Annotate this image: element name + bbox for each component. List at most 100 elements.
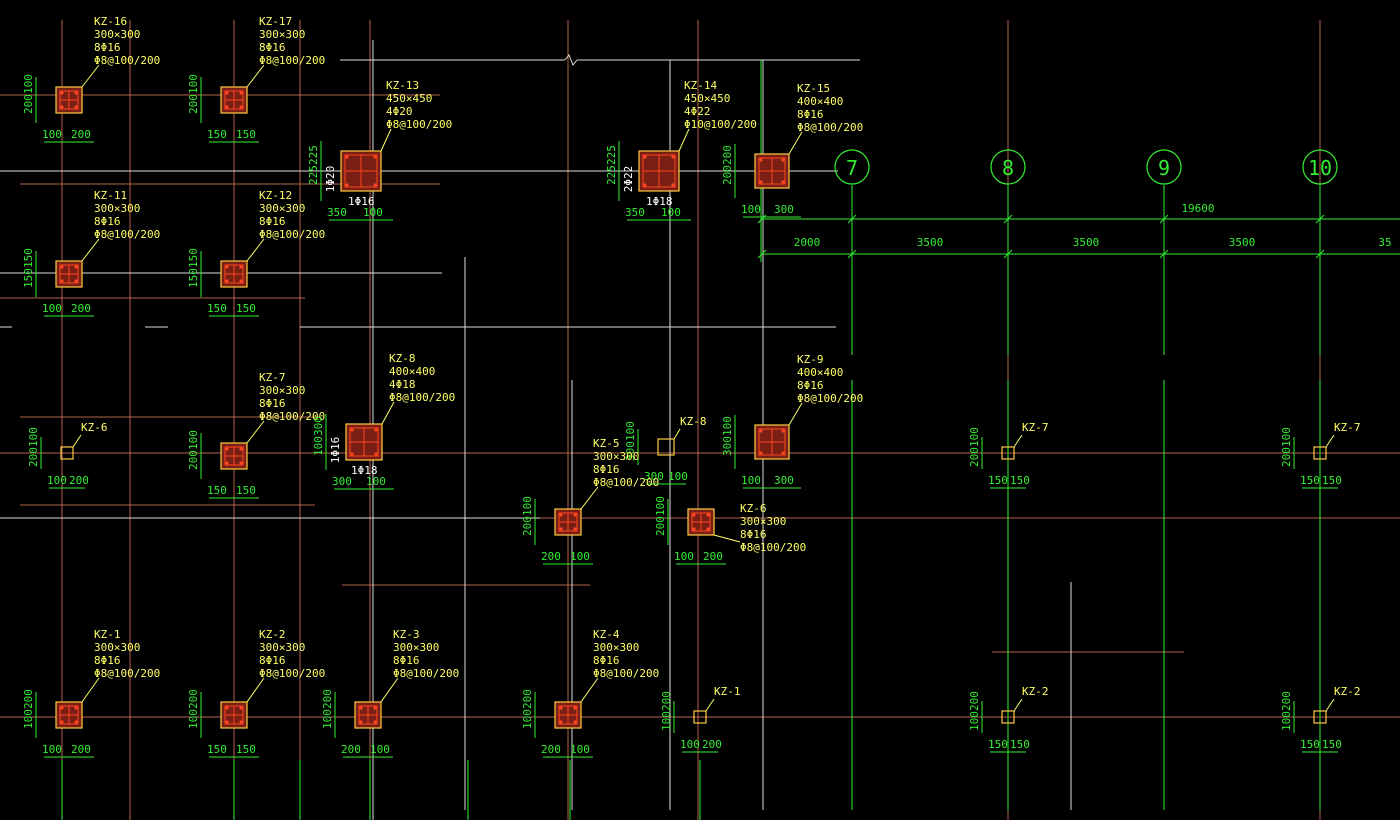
label-leader: [246, 677, 265, 703]
rebar-dot: [359, 720, 363, 724]
rebar-dot: [239, 720, 243, 724]
dimension-text-v: 200: [27, 447, 40, 467]
column-kz-7[interactable]: KZ-7300×3008Φ16Φ8@100/200150 150200100: [187, 371, 325, 499]
cad-drawing-canvas[interactable]: 7 8 9 10 196002000 3500 3500 3500 35 KZ-16300×3…: [0, 0, 1400, 820]
column-kz-1[interactable]: KZ-1100 200100200: [660, 685, 741, 753]
dimension-text-h: 150: [988, 738, 1008, 751]
column-mark: KZ-8: [680, 415, 707, 428]
rebar-dot: [345, 183, 349, 187]
column-spec: 450×450: [684, 92, 730, 105]
column-kz-9[interactable]: KZ-9400×4008Φ16Φ8@100/200100 300300100: [721, 353, 863, 489]
column-kz-4[interactable]: KZ-4300×3008Φ16Φ8@100/200200 100100200: [521, 628, 659, 758]
overall-dimension-text: 19600: [1181, 202, 1214, 215]
label-leader: [1325, 434, 1335, 448]
top-dimension-chain: 19600 2000 3500 3500 3500 35: [757, 202, 1400, 259]
dimension-text-h: 200: [69, 474, 89, 487]
column-kz-5[interactable]: KZ-5300×3008Φ16Φ8@100/200200 100200100: [521, 437, 659, 565]
column-spec: Φ8@100/200: [94, 54, 160, 67]
label-leader: [380, 128, 392, 152]
column-kz-16[interactable]: KZ-16300×3008Φ16Φ8@100/200100 200200100: [22, 15, 160, 143]
axis-grid-bubbles: 7 8 9 10: [834, 149, 1338, 185]
rebar-dot: [225, 447, 229, 451]
axis-bubble-8[interactable]: 8: [990, 149, 1026, 185]
dimension-text-h: 200: [71, 743, 91, 756]
column-mark: KZ-1: [94, 628, 121, 641]
column-mark: KZ-6: [81, 421, 108, 434]
rebar-dot: [759, 180, 763, 184]
side-rebar-text: 1Φ16: [329, 437, 342, 464]
column-spec: Φ8@100/200: [389, 391, 455, 404]
label-leader: [81, 64, 100, 88]
column-kz-6[interactable]: KZ-6300×3008Φ16Φ8@100/200100 200200100: [654, 496, 806, 565]
dimension-text-h: 200: [541, 743, 561, 756]
dimension-text-v: 100: [321, 709, 334, 729]
column-mark: KZ-7: [1334, 421, 1361, 434]
dimension-text-h: 100: [741, 474, 761, 487]
column-kz-15[interactable]: KZ-15400×4008Φ16Φ8@100/200 100 300 200200: [721, 82, 863, 218]
column-mark: KZ-2: [259, 628, 286, 641]
rebar-dot: [350, 452, 354, 456]
dimension-text-v: 100: [187, 74, 200, 94]
column-spec: Φ8@100/200: [259, 54, 325, 67]
rebar-dot: [225, 706, 229, 710]
column-kz-6[interactable]: KZ-6100 200200100: [27, 421, 108, 489]
dimension-text-h: 350: [327, 206, 347, 219]
dimension-text-v: 200: [721, 165, 734, 185]
column-spec: 300×300: [393, 641, 439, 654]
rebar-dot: [74, 105, 78, 109]
rebar-dot: [373, 183, 377, 187]
dimension-text-v: 100: [22, 74, 35, 94]
label-leader: [788, 402, 803, 426]
dimension-text-v: 200: [22, 94, 35, 114]
dimension-text-v: 225: [307, 145, 320, 165]
column-kz-14[interactable]: KZ-14450×4504Φ22Φ10@100/2002Φ221Φ18350 10…: [605, 79, 757, 221]
dimension-text-v: 200: [1280, 447, 1293, 467]
rebar-dot: [74, 265, 78, 269]
dimension-text-h: 200: [341, 743, 361, 756]
dimension-text-h: 300: [774, 203, 794, 216]
dimension-text-v: 150: [187, 248, 200, 268]
column-kz-11[interactable]: KZ-11300×3008Φ16Φ8@100/200 100 200 150150: [22, 189, 160, 317]
dimension-text-v: 100: [187, 430, 200, 450]
dimension-text-v: 150: [187, 268, 200, 288]
dimension-text-v: 100: [968, 427, 981, 447]
label-leader: [1013, 434, 1023, 448]
rebar-dot: [239, 461, 243, 465]
column-spec: 8Φ16: [94, 654, 121, 667]
axis-bubble-10[interactable]: 10: [1302, 149, 1338, 185]
column-mark: KZ-7: [259, 371, 286, 384]
axis-bubble-7[interactable]: 7: [834, 149, 870, 185]
dimension-text-v: 200: [521, 516, 534, 536]
column-kz-13[interactable]: KZ-13450×4504Φ20Φ8@100/2001Φ201Φ16350 100…: [307, 79, 452, 221]
rebar-dot: [345, 155, 349, 159]
label-leader: [380, 677, 399, 703]
rebar-dot: [559, 706, 563, 710]
rebar-dot: [692, 513, 696, 517]
rebar-dot: [373, 155, 377, 159]
bay-dimension-text: 3500: [917, 236, 944, 249]
dimension-text-v: 100: [1280, 427, 1293, 447]
rebar-dot: [643, 183, 647, 187]
rebar-dot: [60, 706, 64, 710]
column-kz-17[interactable]: KZ-17300×3008Φ16Φ8@100/200 150 150 200100: [187, 15, 325, 143]
rebar-dot: [759, 158, 763, 162]
rebar-dot: [225, 720, 229, 724]
column-kz-12[interactable]: KZ-12300×3008Φ16Φ8@100/200150 150150150: [187, 189, 325, 317]
dimension-text-h: 100: [741, 203, 761, 216]
label-leader: [81, 677, 100, 703]
column-spec: 8Φ16: [259, 41, 286, 54]
dimension-text-h: 150: [207, 128, 227, 141]
column-mark: KZ-13: [386, 79, 419, 92]
column-kz-1[interactable]: KZ-1300×3008Φ16Φ8@100/200100 200100200: [22, 628, 160, 758]
column-kz-2[interactable]: KZ-2300×3008Φ16Φ8@100/200 150 150 100200: [187, 628, 325, 758]
label-leader: [673, 428, 681, 440]
dimension-text-v: 200: [521, 689, 534, 709]
rebar-dot: [559, 513, 563, 517]
column-mark: KZ-5: [593, 437, 620, 450]
rebar-dot: [60, 279, 64, 283]
axis-bubble-9[interactable]: 9: [1146, 149, 1182, 185]
dimension-text-v: 200: [721, 145, 734, 165]
column-kz-3[interactable]: KZ-3300×3008Φ16Φ8@100/200200 100100200: [321, 628, 459, 758]
dimension-text-v: 225: [307, 165, 320, 185]
column-kz-8[interactable]: KZ-8400×4004Φ18Φ8@100/2001Φ161Φ18300 1001…: [312, 352, 455, 490]
